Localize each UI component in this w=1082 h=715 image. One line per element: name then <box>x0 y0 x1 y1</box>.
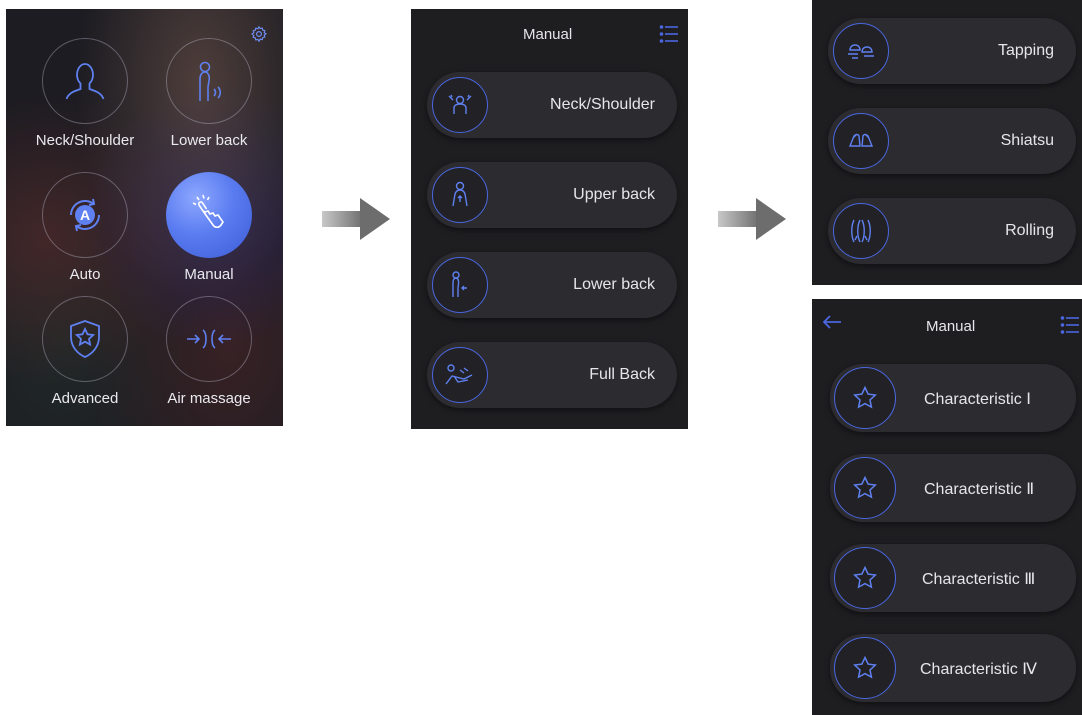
list-item-tapping[interactable]: Tapping <box>828 18 1076 84</box>
upper-back-icon <box>452 181 468 207</box>
list-item-shiatsu[interactable]: Shiatsu <box>828 108 1076 174</box>
tile-label: Advanced <box>51 390 119 407</box>
neck-shoulder-icon <box>65 63 105 100</box>
page-title: Manual <box>523 26 573 43</box>
item-label: Rolling <box>1005 222 1054 239</box>
list-item-neck-shoulder[interactable]: Neck/Shoulder <box>427 72 677 138</box>
tile-circle-active <box>166 172 252 258</box>
tile-auto[interactable]: A Auto <box>35 172 135 283</box>
full-back-icon <box>445 364 473 385</box>
svg-text:A: A <box>80 207 90 223</box>
star-icon <box>853 475 877 499</box>
list-item-characteristic-4[interactable]: Characteristic Ⅳ <box>830 634 1076 702</box>
shiatsu-icon <box>848 133 874 147</box>
home-screen: Neck/Shoulder Lower back A Auto Manual A… <box>6 9 283 426</box>
item-label: Characteristic Ⅰ <box>924 391 1031 408</box>
item-label: Characteristic Ⅳ <box>920 661 1038 678</box>
auto-icon: A <box>70 198 100 232</box>
item-icon-circle <box>834 637 896 699</box>
item-label: Characteristic Ⅱ <box>924 481 1035 498</box>
item-label: Upper back <box>573 186 655 203</box>
list-item-characteristic-2[interactable]: Characteristic Ⅱ <box>830 454 1076 522</box>
flow-arrow-icon <box>718 198 786 240</box>
item-label: Tapping <box>997 42 1054 59</box>
list-item-full-back[interactable]: Full Back <box>427 342 677 408</box>
tile-neck-shoulder[interactable]: Neck/Shoulder <box>35 38 135 149</box>
item-label: Lower back <box>573 276 655 293</box>
tile-air-massage[interactable]: Air massage <box>159 296 259 407</box>
tile-label: Neck/Shoulder <box>35 132 135 149</box>
item-label: Shiatsu <box>1000 132 1054 149</box>
item-icon-circle <box>432 257 488 313</box>
item-icon-circle <box>432 77 488 133</box>
lower-back-icon <box>452 271 467 297</box>
item-label: Characteristic Ⅲ <box>922 571 1036 588</box>
list-menu-icon[interactable] <box>659 24 679 44</box>
tile-circle <box>42 296 128 382</box>
tapping-icon <box>848 44 874 59</box>
item-icon-circle <box>432 347 488 403</box>
item-icon-circle <box>834 367 896 429</box>
tile-label: Manual <box>184 266 234 283</box>
star-icon <box>853 565 877 589</box>
advanced-shield-icon <box>70 320 100 358</box>
manual-hand-icon <box>192 194 224 229</box>
tile-circle: A <box>42 172 128 258</box>
item-icon-circle <box>833 23 889 79</box>
air-massage-icon <box>187 329 231 349</box>
manual-body-screen: Manual Neck/Shoulder Upper back Lower ba… <box>411 9 688 429</box>
list-item-lower-back[interactable]: Lower back <box>427 252 677 318</box>
characteristic-screen: Manual Characteristic Ⅰ Characteristic Ⅱ… <box>812 299 1082 715</box>
item-icon-circle <box>834 547 896 609</box>
tile-label: Air massage <box>167 390 251 407</box>
item-icon-circle <box>834 457 896 519</box>
tile-circle <box>166 296 252 382</box>
tile-circle <box>42 38 128 124</box>
techniques-screen: Tapping Shiatsu Rolling <box>812 0 1082 285</box>
list-item-characteristic-1[interactable]: Characteristic Ⅰ <box>830 364 1076 432</box>
back-arrow-icon[interactable] <box>822 314 842 330</box>
item-label: Full Back <box>589 366 655 383</box>
neck-shoulder-icon <box>448 94 472 114</box>
item-icon-circle <box>833 113 889 169</box>
tile-advanced[interactable]: Advanced <box>35 296 135 407</box>
tile-circle <box>166 38 252 124</box>
page-title: Manual <box>926 318 976 335</box>
flow-arrow-icon <box>322 198 390 240</box>
item-icon-circle <box>833 203 889 259</box>
item-icon-circle <box>432 167 488 223</box>
list-item-rolling[interactable]: Rolling <box>828 198 1076 264</box>
tile-manual[interactable]: Manual <box>159 172 259 283</box>
tile-label: Auto <box>69 266 101 283</box>
lower-back-icon <box>199 61 222 101</box>
star-icon <box>853 655 877 679</box>
item-label: Neck/Shoulder <box>550 96 655 113</box>
list-item-upper-back[interactable]: Upper back <box>427 162 677 228</box>
list-menu-icon[interactable] <box>1060 315 1080 335</box>
tile-lower-back[interactable]: Lower back <box>159 38 259 149</box>
list-item-characteristic-3[interactable]: Characteristic Ⅲ <box>830 544 1076 612</box>
star-icon <box>853 385 877 409</box>
tile-label: Lower back <box>170 132 248 149</box>
rolling-icon <box>851 219 871 243</box>
